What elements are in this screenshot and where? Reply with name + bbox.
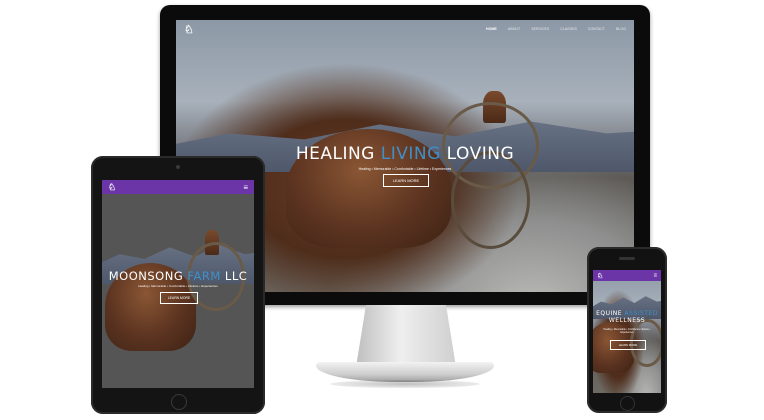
tablet-hero-title: MOONSONG FARM LLC	[108, 269, 248, 283]
tablet-screen: ♘ ≡ MOONSONG FARM LLC Healing • Memorabl…	[102, 180, 254, 388]
nav-item-services[interactable]: SERVICES	[531, 27, 549, 31]
horse-logo-icon[interactable]: ♘	[597, 272, 603, 280]
phone-header: ♘ ≡	[593, 270, 661, 281]
desktop-nav-menu: HOME ABOUT SERVICES CLASSES CONTACT BLOG	[486, 27, 626, 31]
tablet-tagline: Healing • Memorable • Comfortable • Life…	[138, 284, 218, 288]
phone-screen: ♘ ≡ EQUINE ASSISTED WELLNESS Healing • Me…	[593, 270, 661, 393]
tablet-learn-more-button[interactable]: LEARN MORE	[160, 292, 198, 304]
phone-device: ♘ ≡ EQUINE ASSISTED WELLNESS Healing • Me…	[587, 247, 667, 413]
nav-item-classes[interactable]: CLASSES	[560, 27, 577, 31]
nav-item-contact[interactable]: CONTACT	[588, 27, 605, 31]
monitor-stand	[356, 305, 456, 367]
horse-logo-icon[interactable]: ♘	[108, 182, 116, 193]
monitor-stand-base	[316, 362, 494, 382]
phone-tagline: Healing • Memorable • Confidence Lifetim…	[603, 328, 651, 334]
desktop-learn-more-button[interactable]: LEARN MORE	[383, 174, 429, 187]
nav-item-blog[interactable]: BLOG	[616, 27, 626, 31]
horse-logo-icon[interactable]: ♘	[184, 23, 194, 36]
nav-item-home[interactable]: HOME	[486, 27, 497, 31]
tablet-device: ♘ ≡ MOONSONG FARM LLC Healing • Memorabl…	[91, 156, 265, 414]
hamburger-menu-icon[interactable]: ≡	[243, 183, 248, 192]
phone-speaker	[619, 257, 635, 260]
tablet-header: ♘ ≡	[102, 180, 254, 194]
phone-home-button[interactable]	[620, 396, 635, 411]
phone-learn-more-button[interactable]: LEARN MORE	[610, 340, 646, 350]
hamburger-menu-icon[interactable]: ≡	[653, 273, 657, 279]
desktop-navbar: ♘ HOME ABOUT SERVICES CLASSES CONTACT BL…	[176, 20, 634, 38]
stand-shadow	[330, 380, 480, 388]
tablet-camera	[176, 165, 180, 169]
tablet-home-button[interactable]	[171, 394, 187, 410]
nav-item-about[interactable]: ABOUT	[508, 27, 520, 31]
phone-hero-title: EQUINE ASSISTED WELLNESS	[596, 310, 658, 324]
